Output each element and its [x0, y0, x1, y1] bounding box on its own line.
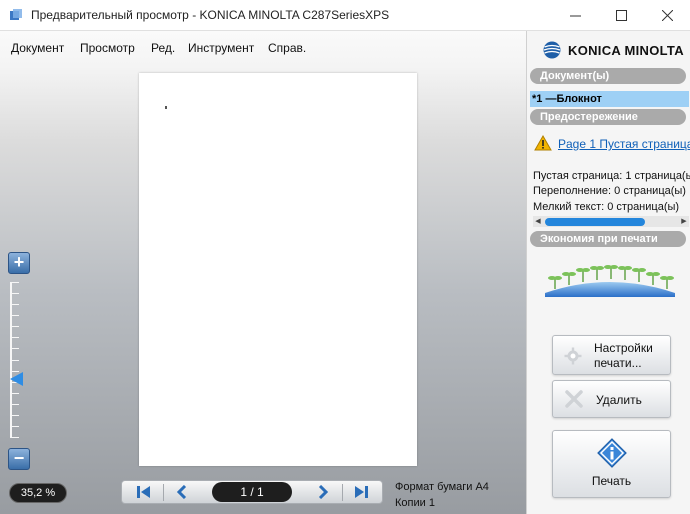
zoom-slider-tick	[10, 348, 19, 349]
copies-count: Копии 1	[395, 497, 435, 509]
warning-link[interactable]: Page 1 Пустая страница	[558, 137, 690, 151]
page-indicator: 1 / 1	[212, 482, 292, 502]
delete-label: Удалить	[596, 393, 642, 407]
menu-edit[interactable]: Ред.	[151, 41, 175, 55]
print-settings-label-line2: печати...	[594, 356, 642, 370]
zoom-slider-tick	[10, 315, 19, 316]
scroll-right-icon[interactable]: ▶	[679, 216, 689, 227]
next-page-button[interactable]	[305, 482, 341, 502]
zoom-in-button[interactable]: +	[8, 252, 30, 274]
print-settings-button[interactable]: Настройки печати...	[552, 335, 671, 375]
print-label: Печать	[591, 474, 632, 488]
zoom-slider-tick	[10, 282, 19, 283]
plus-icon: +	[13, 252, 25, 272]
menu-view[interactable]: Просмотр	[80, 41, 135, 55]
minimize-icon	[569, 15, 581, 17]
brand-name: KONICA MINOLTA	[568, 42, 684, 58]
page-preview[interactable]	[139, 73, 417, 466]
delete-button[interactable]: Удалить	[552, 380, 671, 418]
zoom-slider-tick	[10, 437, 19, 438]
chevron-right-icon	[318, 485, 329, 499]
horizontal-scrollbar[interactable]: ◀ ▶	[533, 216, 689, 227]
first-page-icon	[137, 486, 150, 498]
first-page-button[interactable]	[126, 482, 162, 502]
print-button[interactable]: Печать	[552, 430, 671, 498]
chevron-left-icon	[176, 485, 187, 499]
delete-x-icon	[565, 390, 583, 408]
minimize-button[interactable]	[552, 0, 598, 31]
zoom-out-button[interactable]: −	[8, 448, 30, 470]
zoom-slider-tick	[10, 426, 19, 427]
app-icon	[10, 9, 22, 20]
zoom-slider-tick	[10, 337, 19, 338]
zoom-slider-tick	[10, 393, 19, 394]
maximize-button[interactable]	[598, 0, 644, 31]
zoom-slider-tick	[10, 304, 19, 305]
last-page-icon	[355, 486, 368, 498]
close-button[interactable]	[644, 0, 690, 31]
menu-bar: Документ Просмотр Ред. Инструмент Справ.	[0, 31, 526, 61]
previous-page-button[interactable]	[164, 482, 200, 502]
zoom-slider-tick	[10, 326, 19, 327]
maximize-icon	[615, 10, 627, 21]
warnings-header: Предостережение	[530, 109, 686, 125]
zoom-slider[interactable]	[8, 282, 26, 438]
scroll-thumb[interactable]	[545, 218, 645, 226]
preview-area: Документ Просмотр Ред. Инструмент Справ.…	[0, 31, 526, 514]
stat-overflow: Переполнение: 0 страница(ы)	[533, 185, 686, 197]
zoom-slider-tick	[10, 404, 19, 405]
print-icon	[597, 438, 627, 468]
menu-help[interactable]: Справ.	[268, 41, 306, 55]
window-title: Предварительный просмотр - KONICA MINOLT…	[31, 8, 390, 22]
konica-minolta-logo-icon	[543, 41, 561, 59]
sidebar: KONICA MINOLTA Документ(ы) *1 —Блокнот П…	[526, 31, 690, 514]
menu-document[interactable]: Документ	[11, 41, 64, 55]
page-content-mark	[165, 106, 167, 109]
zoom-slider-tick	[10, 415, 19, 416]
paper-format: Формат бумаги A4	[395, 481, 489, 493]
scroll-left-icon[interactable]: ◀	[533, 216, 543, 227]
brand-logo: KONICA MINOLTA	[543, 41, 684, 59]
last-page-button[interactable]	[343, 482, 379, 502]
zoom-slider-tick	[10, 360, 19, 361]
zoom-slider-thumb[interactable]	[10, 372, 23, 386]
page-navigation: 1 / 1	[121, 480, 383, 504]
print-settings-label: Настройки печати...	[594, 341, 653, 371]
stat-small-text: Мелкий текст: 0 страница(ы)	[533, 201, 680, 213]
zoom-slider-tick	[10, 293, 19, 294]
economy-header: Экономия при печати	[530, 231, 686, 247]
paper-info: Формат бумаги A4 Копии 1	[395, 479, 489, 511]
gear-icon	[564, 347, 582, 365]
zoom-value-display[interactable]: 35,2 %	[9, 483, 67, 503]
minus-icon: −	[13, 448, 25, 468]
print-settings-label-line1: Настройки	[594, 341, 653, 355]
close-icon	[661, 10, 673, 21]
menu-tools[interactable]: Инструмент	[188, 41, 254, 55]
stat-blank-pages: Пустая страница: 1 страница(ы)	[533, 170, 690, 182]
title-bar: Предварительный просмотр - KONICA MINOLT…	[0, 0, 690, 31]
documents-header: Документ(ы)	[530, 68, 686, 84]
document-item[interactable]: *1 —Блокнот	[530, 91, 689, 107]
eco-sprouts-icon	[545, 265, 675, 297]
warning-icon	[534, 135, 552, 151]
